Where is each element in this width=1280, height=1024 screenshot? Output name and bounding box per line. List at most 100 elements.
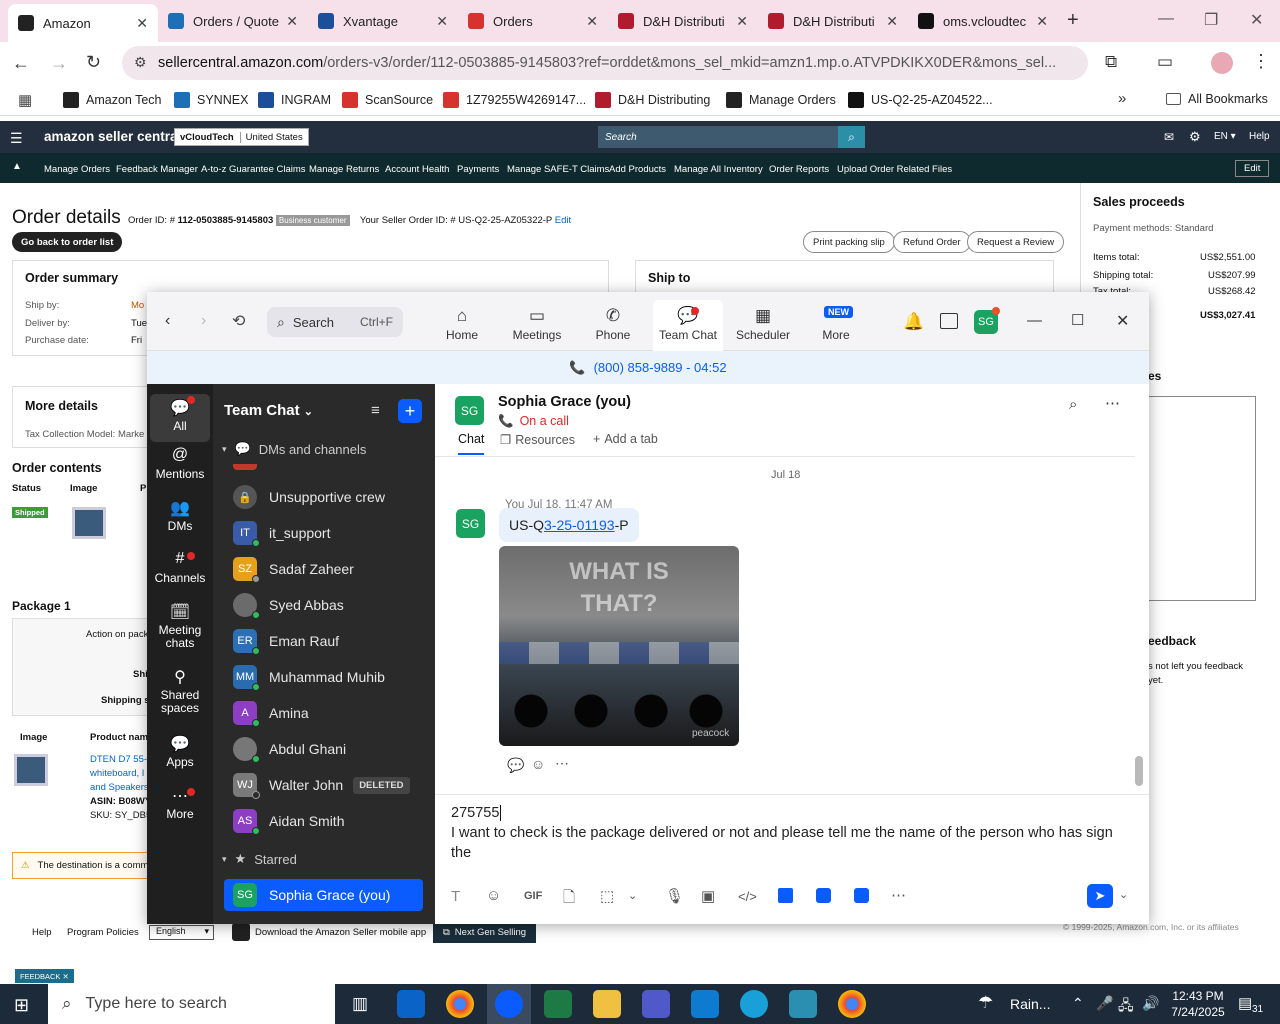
chat-search-icon[interactable]: ⌕ bbox=[1069, 396, 1077, 413]
gif-icon[interactable]: GIF bbox=[524, 890, 542, 902]
footer-help-link[interactable]: Help bbox=[32, 927, 52, 938]
amazon-search-icon[interactable]: ⌕ bbox=[838, 126, 865, 148]
amazon-nav-item[interactable]: Payments bbox=[457, 164, 499, 175]
footer-policies-link[interactable]: Program Policies bbox=[67, 927, 139, 938]
team-chat-title[interactable]: Team Chat ⌄ bbox=[224, 402, 313, 419]
hamburger-icon[interactable]: ☰ bbox=[10, 130, 23, 147]
zoom-taskbar-icon[interactable] bbox=[495, 990, 523, 1018]
amazon-nav-item[interactable]: Upload Order Related Files bbox=[837, 164, 952, 175]
rail-meeting-chats[interactable]: 🗓 Meeting chats bbox=[150, 602, 210, 650]
taskbar-search-input[interactable]: ⌕ Type here to search bbox=[48, 984, 335, 1024]
amazon-nav-item[interactable]: Add Products bbox=[609, 164, 666, 175]
next-gen-selling-button[interactable]: ⧉ Next Gen Selling bbox=[433, 921, 537, 943]
teams-icon[interactable] bbox=[642, 990, 670, 1018]
forward-icon[interactable]: → bbox=[50, 53, 68, 74]
gif-image[interactable]: WHAT IS THAT? peacock bbox=[499, 546, 739, 746]
bookmark-item[interactable]: US-Q2-25-AZ04522... bbox=[848, 92, 993, 108]
clock[interactable]: 12:43 PM 7/24/2025 bbox=[1168, 988, 1228, 1020]
edge-icon[interactable] bbox=[740, 990, 768, 1018]
profile-avatar[interactable] bbox=[1211, 52, 1233, 74]
more-bookmarks-icon[interactable]: » bbox=[1118, 90, 1126, 107]
pin-icon[interactable]: ▲ bbox=[12, 161, 22, 172]
amazon-nav-item[interactable]: Manage Orders bbox=[44, 164, 110, 175]
request-review-button[interactable]: Request a Review bbox=[967, 231, 1065, 253]
browser-tab[interactable]: Orders ✕ bbox=[458, 4, 608, 38]
zoom-maximize-icon[interactable]: ☐ bbox=[1071, 311, 1084, 329]
app-icon-1[interactable] bbox=[778, 888, 793, 903]
weather-icon[interactable]: ☂ bbox=[978, 993, 993, 1013]
product-title-link[interactable]: DTEN D7 55- whiteboard, Iand Speakers bbox=[90, 753, 149, 795]
send-button[interactable]: ➤ bbox=[1087, 884, 1113, 908]
amazon-nav-item[interactable]: A-to-z Guarantee Claims bbox=[201, 164, 306, 175]
excel-icon[interactable] bbox=[544, 990, 572, 1018]
tab-resources[interactable]: ❐ Resources bbox=[500, 432, 575, 447]
rail-dms[interactable]: 👥 DMs bbox=[150, 498, 210, 533]
video-message-icon[interactable]: ▣ bbox=[701, 887, 715, 905]
tray-chevron-icon[interactable]: ⌃ bbox=[1072, 995, 1084, 1012]
file-icon[interactable]: 🗋 bbox=[563, 887, 575, 912]
message-more-icon[interactable]: ⋯ bbox=[555, 755, 569, 772]
zoom-back-icon[interactable]: ‹ bbox=[165, 312, 170, 330]
starred-section[interactable]: ▾ ★ Starred bbox=[222, 851, 297, 867]
browser-tab[interactable]: D&H Distributi ✕ bbox=[758, 4, 908, 38]
tab-close-icon[interactable]: ✕ bbox=[586, 13, 598, 30]
browser-tab[interactable]: Xvantage ✕ bbox=[308, 4, 458, 38]
app-icon-2[interactable] bbox=[816, 888, 831, 903]
zoom-nav-meetings[interactable]: ▭ Meetings bbox=[502, 306, 572, 342]
chat-avatar[interactable]: SG bbox=[455, 396, 484, 425]
contact-item[interactable]: WJ Walter John DELETED bbox=[213, 767, 435, 803]
message-compose-input[interactable]: 275755 I want to check is the package de… bbox=[451, 803, 1131, 863]
cast-icon[interactable]: ▭ bbox=[1157, 52, 1173, 72]
notification-icon[interactable]: ▤ bbox=[1238, 994, 1252, 1012]
notes-textarea[interactable] bbox=[1146, 396, 1256, 601]
mic-icon[interactable]: 🎤 bbox=[1096, 995, 1113, 1012]
file-explorer-icon[interactable] bbox=[593, 990, 621, 1018]
contact-item[interactable]: Syed Abbas bbox=[213, 587, 435, 623]
language-select[interactable]: EN ▾ bbox=[1214, 131, 1236, 142]
weather-text[interactable]: Rain... bbox=[1010, 996, 1050, 1012]
amazon-nav-item[interactable]: Manage All Inventory bbox=[674, 164, 763, 175]
chrome-icon[interactable] bbox=[446, 990, 474, 1018]
seller-id-edit-link[interactable]: Edit bbox=[555, 215, 571, 226]
contact-item[interactable]: 🔒 Unsupportive crew bbox=[213, 479, 435, 515]
rail-mentions[interactable]: @ Mentions bbox=[150, 446, 210, 481]
tab-close-icon[interactable]: ✕ bbox=[436, 13, 448, 30]
browser-tab[interactable]: D&H Distributi ✕ bbox=[608, 4, 758, 38]
app-diamond-icon[interactable] bbox=[789, 990, 817, 1018]
amazon-nav-item[interactable]: Account Health bbox=[385, 164, 449, 175]
address-bar[interactable]: ⚙ sellercentral.amazon.com/orders-v3/ord… bbox=[122, 46, 1088, 80]
zoom-nav-home[interactable]: ⌂ Home bbox=[427, 306, 497, 342]
back-icon[interactable]: ← bbox=[12, 53, 30, 74]
task-view-icon[interactable]: ▥ bbox=[352, 994, 368, 1014]
bookmark-item[interactable]: ScanSource bbox=[342, 92, 433, 108]
bookmark-item[interactable]: INGRAM bbox=[258, 92, 331, 108]
tab-chat[interactable]: Chat bbox=[458, 432, 485, 455]
amazon-search-input[interactable]: Search bbox=[598, 126, 838, 148]
store-switcher[interactable]: vCloudTech United States bbox=[174, 128, 309, 146]
new-tab-icon[interactable]: + bbox=[1067, 9, 1079, 32]
contact-item[interactable]: Abdul Ghani bbox=[213, 731, 435, 767]
message-bubble[interactable]: US-Q 3-25-01193 -P bbox=[499, 508, 639, 542]
nav-edit-button[interactable]: Edit bbox=[1235, 160, 1270, 177]
tab-close-icon[interactable]: ✕ bbox=[286, 13, 298, 30]
bookmark-item[interactable]: D&H Distributing bbox=[595, 92, 710, 108]
bookmark-item[interactable]: Amazon Tech bbox=[63, 92, 162, 108]
screenshot-dropdown-icon[interactable]: ⌄ bbox=[628, 889, 637, 902]
contact-item[interactable]: AS Aidan Smith bbox=[213, 803, 435, 839]
contact-item[interactable]: SZ Sadaf Zaheer bbox=[213, 551, 435, 587]
compose-more-icon[interactable]: ⋯ bbox=[891, 886, 906, 904]
message-avatar[interactable]: SG bbox=[456, 509, 485, 538]
bookmark-item[interactable]: 1Z79255W4269147... bbox=[443, 92, 586, 108]
rail-apps[interactable]: 💬 Apps bbox=[150, 734, 210, 769]
amazon-nav-item[interactable]: Manage SAFE-T Claims bbox=[507, 164, 609, 175]
network-icon[interactable]: 🖧 bbox=[1118, 995, 1134, 1019]
bookmark-item[interactable]: SYNNEX bbox=[174, 92, 248, 108]
mail-icon[interactable]: ✉ bbox=[1164, 130, 1174, 144]
reload-icon[interactable]: ↻ bbox=[86, 52, 101, 73]
rail-shared-spaces[interactable]: ⚲ Shared spaces bbox=[150, 667, 210, 715]
zoom-nav-phone[interactable]: ✆ Phone bbox=[578, 306, 648, 342]
tab-close-icon[interactable]: ✕ bbox=[886, 13, 898, 30]
amazon-nav-item[interactable]: Feedback Manager bbox=[116, 164, 198, 175]
message-link[interactable]: 3-25-01193 bbox=[544, 517, 615, 533]
whiteboard-icon[interactable] bbox=[940, 313, 958, 329]
